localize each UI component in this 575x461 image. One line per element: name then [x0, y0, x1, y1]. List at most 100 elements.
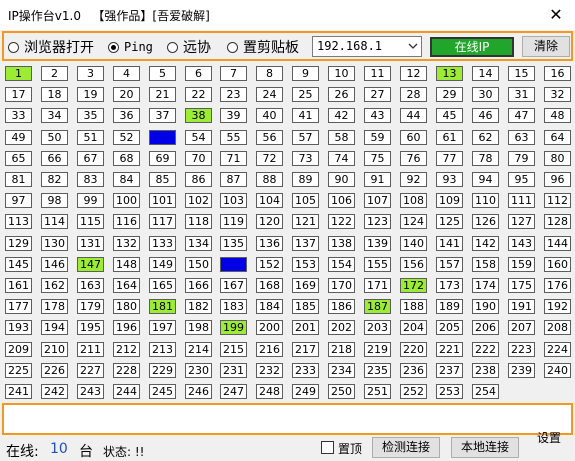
ip-cell-215[interactable]: 215 [220, 342, 247, 357]
ip-cell-245[interactable]: 245 [149, 384, 176, 399]
radio-indicator[interactable] [227, 41, 238, 53]
ip-cell-115[interactable]: 115 [77, 214, 104, 229]
ip-cell-247[interactable]: 247 [220, 384, 247, 399]
ip-cell-94[interactable]: 94 [472, 172, 499, 187]
ip-cell-16[interactable]: 16 [544, 66, 571, 81]
ip-cell-19[interactable]: 19 [77, 87, 104, 102]
ip-cell-178[interactable]: 178 [41, 299, 68, 314]
ip-cell-196[interactable]: 196 [113, 320, 140, 335]
ip-cell-41[interactable]: 41 [292, 108, 319, 123]
ip-cell-118[interactable]: 118 [185, 214, 212, 229]
ip-cell-251[interactable]: 251 [364, 384, 391, 399]
ip-cell-187[interactable]: 187 [364, 299, 391, 314]
ip-cell-14[interactable]: 14 [472, 66, 499, 81]
ip-cell-189[interactable]: 189 [436, 299, 463, 314]
ip-cell-213[interactable]: 213 [149, 342, 176, 357]
ip-cell-211[interactable]: 211 [77, 342, 104, 357]
ip-cell-238[interactable]: 238 [472, 363, 499, 378]
ip-cell-224[interactable]: 224 [544, 342, 571, 357]
ip-cell-113[interactable]: 113 [5, 214, 32, 229]
ip-cell-47[interactable]: 47 [508, 108, 535, 123]
ip-cell-250[interactable]: 250 [328, 384, 355, 399]
ip-cell-53[interactable]: 53 [149, 130, 176, 145]
ip-cell-78[interactable]: 78 [472, 151, 499, 166]
ip-cell-79[interactable]: 79 [508, 151, 535, 166]
ip-cell-49[interactable]: 49 [5, 130, 32, 145]
ip-cell-119[interactable]: 119 [220, 214, 247, 229]
ip-cell-81[interactable]: 81 [5, 172, 32, 187]
ip-cell-152[interactable]: 152 [256, 257, 283, 272]
ip-cell-43[interactable]: 43 [364, 108, 391, 123]
ip-cell-86[interactable]: 86 [185, 172, 212, 187]
ip-cell-63[interactable]: 63 [508, 130, 535, 145]
ip-cell-84[interactable]: 84 [113, 172, 140, 187]
settings-button[interactable]: 设置 [537, 429, 561, 446]
ip-cell-96[interactable]: 96 [544, 172, 571, 187]
ip-cell-142[interactable]: 142 [472, 236, 499, 251]
ip-cell-183[interactable]: 183 [220, 299, 247, 314]
ip-cell-149[interactable]: 149 [149, 257, 176, 272]
close-icon[interactable]: ✕ [546, 5, 566, 25]
ip-cell-51[interactable]: 51 [77, 130, 104, 145]
ip-cell-83[interactable]: 83 [77, 172, 104, 187]
ip-cell-17[interactable]: 17 [5, 87, 32, 102]
ip-cell-107[interactable]: 107 [364, 193, 391, 208]
ip-cell-242[interactable]: 242 [41, 384, 68, 399]
ip-cell-203[interactable]: 203 [364, 320, 391, 335]
clear-button[interactable]: 清除 [522, 36, 570, 57]
ip-cell-67[interactable]: 67 [77, 151, 104, 166]
ip-cell-95[interactable]: 95 [508, 172, 535, 187]
ip-cell-2[interactable]: 2 [41, 66, 68, 81]
ip-cell-134[interactable]: 134 [185, 236, 212, 251]
ip-cell-180[interactable]: 180 [113, 299, 140, 314]
ip-cell-140[interactable]: 140 [400, 236, 427, 251]
ip-cell-144[interactable]: 144 [544, 236, 571, 251]
radio-ping[interactable]: Ping [108, 38, 153, 56]
ip-cell-168[interactable]: 168 [256, 278, 283, 293]
ip-cell-199[interactable]: 199 [220, 320, 247, 335]
ip-cell-150[interactable]: 150 [185, 257, 212, 272]
ip-cell-127[interactable]: 127 [508, 214, 535, 229]
ip-cell-8[interactable]: 8 [256, 66, 283, 81]
log-output-field[interactable] [2, 403, 573, 435]
ip-cell-76[interactable]: 76 [400, 151, 427, 166]
ip-cell-206[interactable]: 206 [472, 320, 499, 335]
ip-cell-253[interactable]: 253 [436, 384, 463, 399]
ip-cell-112[interactable]: 112 [544, 193, 571, 208]
ip-cell-61[interactable]: 61 [436, 130, 463, 145]
local-connection-button[interactable]: 本地连接 [451, 437, 519, 458]
ip-cell-54[interactable]: 54 [185, 130, 212, 145]
ip-cell-169[interactable]: 169 [292, 278, 319, 293]
ip-cell-207[interactable]: 207 [508, 320, 535, 335]
ip-cell-106[interactable]: 106 [328, 193, 355, 208]
ip-cell-188[interactable]: 188 [400, 299, 427, 314]
ip-cell-71[interactable]: 71 [220, 151, 247, 166]
ip-cell-177[interactable]: 177 [5, 299, 32, 314]
ip-cell-141[interactable]: 141 [436, 236, 463, 251]
ip-cell-136[interactable]: 136 [256, 236, 283, 251]
ip-cell-210[interactable]: 210 [41, 342, 68, 357]
ip-cell-32[interactable]: 32 [544, 87, 571, 102]
ip-cell-164[interactable]: 164 [113, 278, 140, 293]
ip-cell-236[interactable]: 236 [400, 363, 427, 378]
ip-cell-35[interactable]: 35 [77, 108, 104, 123]
ip-cell-52[interactable]: 52 [113, 130, 140, 145]
ip-cell-173[interactable]: 173 [436, 278, 463, 293]
ip-cell-128[interactable]: 128 [544, 214, 571, 229]
ip-cell-30[interactable]: 30 [472, 87, 499, 102]
ip-cell-192[interactable]: 192 [544, 299, 571, 314]
ip-cell-244[interactable]: 244 [113, 384, 140, 399]
ip-cell-26[interactable]: 26 [328, 87, 355, 102]
ip-cell-194[interactable]: 194 [41, 320, 68, 335]
ip-cell-163[interactable]: 163 [77, 278, 104, 293]
ip-cell-220[interactable]: 220 [400, 342, 427, 357]
ip-cell-153[interactable]: 153 [292, 257, 319, 272]
ip-cell-100[interactable]: 100 [113, 193, 140, 208]
ip-cell-20[interactable]: 20 [113, 87, 140, 102]
ip-cell-181[interactable]: 181 [149, 299, 176, 314]
ip-cell-193[interactable]: 193 [5, 320, 32, 335]
ip-cell-46[interactable]: 46 [472, 108, 499, 123]
ip-cell-28[interactable]: 28 [400, 87, 427, 102]
ip-cell-132[interactable]: 132 [113, 236, 140, 251]
ip-cell-146[interactable]: 146 [41, 257, 68, 272]
